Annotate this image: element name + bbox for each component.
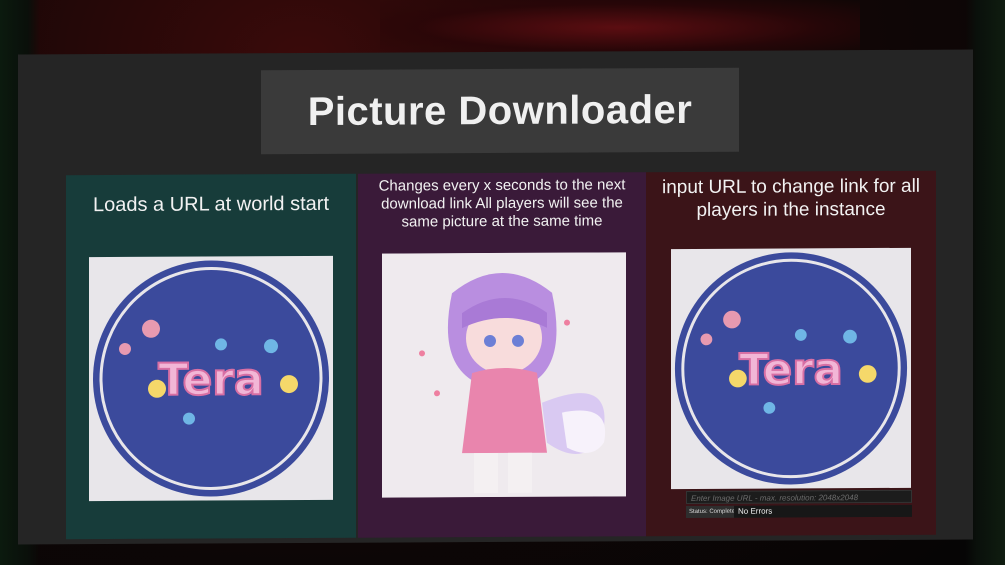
world-board: Picture Downloader Loads a URL at world … — [18, 49, 973, 545]
panel-description: input URL to change link for all players… — [661, 175, 921, 221]
panel-description: Changes every x seconds to the next down… — [378, 176, 626, 231]
anime-character-image — [382, 252, 626, 498]
panel-url-input: input URL to change link for all players… — [646, 170, 936, 537]
page-title: Picture Downloader — [307, 87, 693, 134]
image-url-input[interactable]: Enter Image URL - max. resolution: 2048x… — [686, 489, 912, 505]
title-box: Picture Downloader — [261, 67, 739, 155]
background-glow — [380, 0, 860, 55]
logo-text: Tera — [739, 345, 843, 396]
status-value: No Errors — [734, 504, 912, 518]
panel-description: Loads a URL at world start — [92, 192, 330, 217]
status-label: Status: Complete — [686, 505, 739, 519]
tera-logo-image: Tera — [671, 247, 911, 490]
logo-text: Tera — [158, 354, 263, 406]
panel-slideshow: Changes every x seconds to the next down… — [358, 172, 646, 538]
panel-world-start: Loads a URL at world start Tera — [66, 173, 356, 540]
tera-logo-image: Tera — [89, 255, 333, 502]
